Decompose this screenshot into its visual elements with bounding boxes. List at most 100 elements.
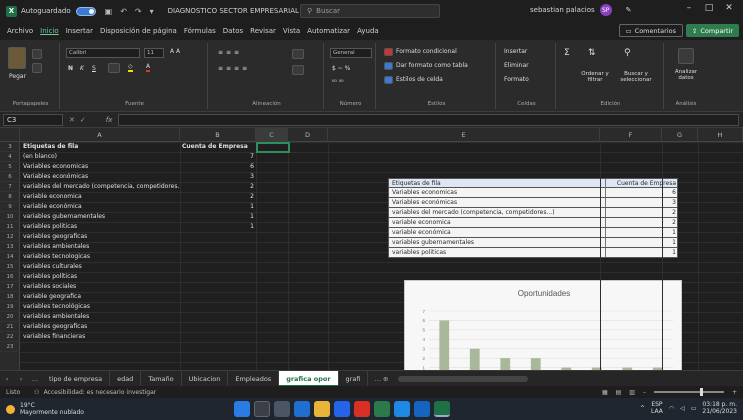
pivot-row-value[interactable]: [182, 242, 254, 252]
pivot-row-value[interactable]: 3: [182, 172, 254, 182]
row-header[interactable]: 10: [0, 212, 20, 222]
keyboard-language[interactable]: ESP LAA: [651, 401, 663, 415]
pivot-row-label[interactable]: variables del mercado (competencia, comp…: [23, 182, 179, 192]
weather-widget[interactable]: 19°C Mayormente nublado: [6, 402, 84, 416]
insert-cells-button[interactable]: Insertar: [504, 48, 527, 55]
column-header-b[interactable]: B: [180, 128, 256, 142]
pivot-row-value[interactable]: [182, 252, 254, 262]
bold-icon[interactable]: N: [68, 65, 73, 72]
row-header[interactable]: 23: [0, 342, 20, 352]
tab-more-icon[interactable]: …: [28, 375, 42, 383]
maximize-icon[interactable]: □: [699, 3, 719, 13]
column-header-f[interactable]: F: [600, 128, 662, 142]
column-header-c[interactable]: C: [256, 128, 288, 142]
user-account[interactable]: sebastian palacios SP ✎: [530, 4, 632, 16]
paste-icon[interactable]: [8, 47, 26, 69]
row-header[interactable]: 8: [0, 192, 20, 202]
search-input[interactable]: ⚲ Buscar: [300, 4, 440, 18]
pivot-row-value[interactable]: [182, 292, 254, 302]
task-view-icon[interactable]: [274, 401, 290, 417]
number-format-select[interactable]: General: [330, 48, 372, 58]
format-as-table-button[interactable]: Dar formato como tabla: [396, 62, 468, 69]
copy-icon[interactable]: [32, 49, 42, 59]
format-cells-button[interactable]: Formato: [504, 76, 529, 83]
horizontal-align-icons[interactable]: ≡≡≡≡: [218, 65, 250, 72]
pivot-row-label[interactable]: variables geograficas: [23, 322, 179, 332]
italic-icon[interactable]: K: [80, 65, 84, 72]
tray-chevron-icon[interactable]: ^: [640, 405, 645, 412]
row-header[interactable]: 18: [0, 292, 20, 302]
start-icon[interactable]: [234, 401, 250, 417]
font-size-select[interactable]: 11: [144, 48, 164, 58]
file-explorer-icon[interactable]: [314, 401, 330, 417]
menu-4[interactable]: Disposición de página: [100, 27, 177, 35]
pivot-row-label[interactable]: variables ambientales: [23, 242, 179, 252]
pivot-row-value[interactable]: [182, 312, 254, 322]
pivot-row-label[interactable]: variables políticas: [23, 272, 179, 282]
tab-next-icon[interactable]: ›: [14, 375, 28, 383]
select-all-corner[interactable]: [0, 128, 20, 142]
find-select-icon[interactable]: ⚲: [624, 48, 631, 58]
row-header[interactable]: 17: [0, 282, 20, 292]
pivot-row-label[interactable]: variables culturales: [23, 262, 179, 272]
pivot-row-label[interactable]: Variables economicas: [23, 162, 179, 172]
pivot-row-value[interactable]: 2: [182, 192, 254, 202]
merge-cells-icon[interactable]: [292, 65, 304, 75]
pen-icon[interactable]: ✎: [626, 6, 632, 14]
pivot-row-label[interactable]: variables geograficas: [23, 232, 179, 242]
analyze-data-button[interactable]: Analizar datos: [670, 69, 702, 81]
comments-button[interactable]: ▭ Comentarios: [618, 24, 683, 37]
sheet-tab[interactable]: Empleados: [228, 370, 280, 387]
page-break-icon[interactable]: ▥: [629, 389, 635, 396]
word-icon[interactable]: [414, 401, 430, 417]
normal-view-icon[interactable]: ▦: [602, 389, 608, 396]
undo-icon[interactable]: ↶: [120, 7, 127, 16]
pivot-row-value[interactable]: [182, 262, 254, 272]
summary-row[interactable]: variable económica 1: [388, 228, 678, 238]
store-icon[interactable]: [334, 401, 350, 417]
opportunities-chart[interactable]: Oportunidades01234567: [404, 280, 682, 370]
pivot-row-label[interactable]: variables financieras: [23, 332, 179, 342]
pivot-row-label[interactable]: variables politicas: [23, 222, 179, 232]
sheet-tab[interactable]: edad: [110, 370, 142, 387]
underline-icon[interactable]: S: [92, 65, 96, 72]
cell-area[interactable]: Etiquetas de fila Cuenta de Empresa Variab…: [20, 142, 743, 370]
insert-function-icon[interactable]: fx: [106, 116, 113, 124]
pivot-row-value[interactable]: 7: [182, 152, 254, 162]
add-sheet-icon[interactable]: … ⊕: [374, 375, 388, 383]
customize-qat-icon[interactable]: ▾: [150, 7, 154, 16]
menu-10[interactable]: Ayuda: [357, 27, 379, 35]
pivot-row-value[interactable]: [182, 232, 254, 242]
currency-icon[interactable]: $ ~ %: [332, 65, 350, 72]
excel-taskbar-icon[interactable]: [434, 401, 450, 417]
format-painter-icon[interactable]: [32, 63, 42, 73]
row-header[interactable]: 16: [0, 272, 20, 282]
sort-filter-button[interactable]: Ordenar y filtrar: [580, 71, 610, 83]
menu-9[interactable]: Automatizar: [307, 27, 350, 35]
find-select-button[interactable]: Buscar y seleccionar: [616, 71, 656, 83]
row-header[interactable]: 21: [0, 322, 20, 332]
zoom-out-icon[interactable]: –: [643, 389, 646, 396]
close-icon[interactable]: ✕: [719, 3, 739, 13]
sheet-tab[interactable]: grafica opor: [279, 370, 339, 387]
row-header[interactable]: 9: [0, 202, 20, 212]
row-header[interactable]: 14: [0, 252, 20, 262]
column-header-h[interactable]: H: [698, 128, 743, 142]
app-icon-blue[interactable]: [394, 401, 410, 417]
pivot-row-label[interactable]: variables sociales: [23, 282, 179, 292]
clock[interactable]: 03:18 p. m. 21/06/2023: [702, 401, 737, 415]
menu-7[interactable]: Revisar: [250, 27, 276, 35]
pivot-row-label[interactable]: variables tecnologicas: [23, 252, 179, 262]
edge-icon[interactable]: [294, 401, 310, 417]
pivot-row-label[interactable]: variable economica: [23, 192, 179, 202]
minimize-icon[interactable]: –: [679, 3, 699, 13]
pivot-row-value[interactable]: [182, 282, 254, 292]
grow-font-icon[interactable]: A A: [170, 48, 180, 55]
taskbar-search-icon[interactable]: [254, 401, 270, 417]
pivot-row-value[interactable]: [182, 302, 254, 312]
app-icon-red[interactable]: [354, 401, 370, 417]
pivot-row-value[interactable]: 2: [182, 182, 254, 192]
pivot-row-label[interactable]: variables ambientales: [23, 312, 179, 322]
menu-5[interactable]: Fórmulas: [184, 27, 216, 35]
column-header-a[interactable]: A: [20, 128, 180, 142]
